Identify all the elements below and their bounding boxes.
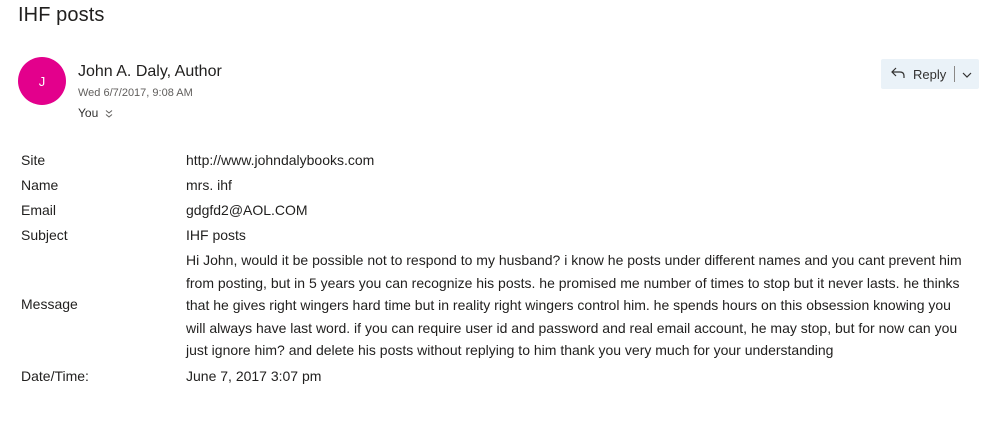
message-value: Hi John, would it be possible not to res…: [186, 252, 962, 358]
message-label: Message: [21, 296, 78, 313]
field-row-subject: Subject IHF posts: [21, 223, 981, 248]
sender-name[interactable]: John A. Daly, Author: [78, 63, 222, 81]
reply-button[interactable]: Reply: [881, 59, 954, 89]
recipients: You: [78, 106, 114, 120]
email-value[interactable]: gdgfd2@AOL.COM: [186, 198, 981, 223]
email-reading-pane: IHF posts J John A. Daly, Author Wed 6/7…: [0, 0, 992, 428]
reply-options-button[interactable]: [955, 59, 979, 89]
site-value[interactable]: http://www.johndalybooks.com: [186, 148, 981, 173]
reply-arrow-icon: [891, 67, 905, 82]
field-row-name: Name mrs. ihf: [21, 173, 981, 198]
subject-label: Subject: [21, 227, 68, 243]
recipient-you[interactable]: You: [78, 106, 98, 120]
reply-label: Reply: [913, 66, 947, 82]
email-label: Email: [21, 202, 57, 218]
avatar-initial: J: [38, 73, 46, 89]
email-subject-title: IHF posts: [18, 4, 105, 26]
avatar[interactable]: J: [18, 57, 66, 105]
site-label: Site: [21, 152, 46, 168]
email-header: J John A. Daly, Author Wed 6/7/2017, 9:0…: [18, 57, 980, 127]
datetime-value: June 7, 2017 3:07 pm: [186, 367, 322, 384]
field-row-site: Site http://www.johndalybooks.com: [21, 148, 981, 173]
name-value: mrs. ihf: [186, 177, 232, 193]
expand-recipients-icon[interactable]: [104, 108, 114, 118]
name-label: Name: [21, 177, 59, 193]
message-body: Site http://www.johndalybooks.com Name m…: [21, 148, 981, 389]
field-row-datetime: Date/Time: June 7, 2017 3:07 pm: [21, 364, 981, 389]
reply-button-group: Reply: [881, 59, 980, 89]
chevron-down-icon: [962, 65, 972, 83]
subject-value: IHF posts: [186, 227, 246, 243]
field-row-message: Message Hi John, would it be possible no…: [21, 248, 981, 362]
field-row-email: Email gdgfd2@AOL.COM: [21, 198, 981, 223]
datetime-label: Date/Time:: [21, 367, 89, 384]
sent-date: Wed 6/7/2017, 9:08 AM: [78, 87, 193, 99]
